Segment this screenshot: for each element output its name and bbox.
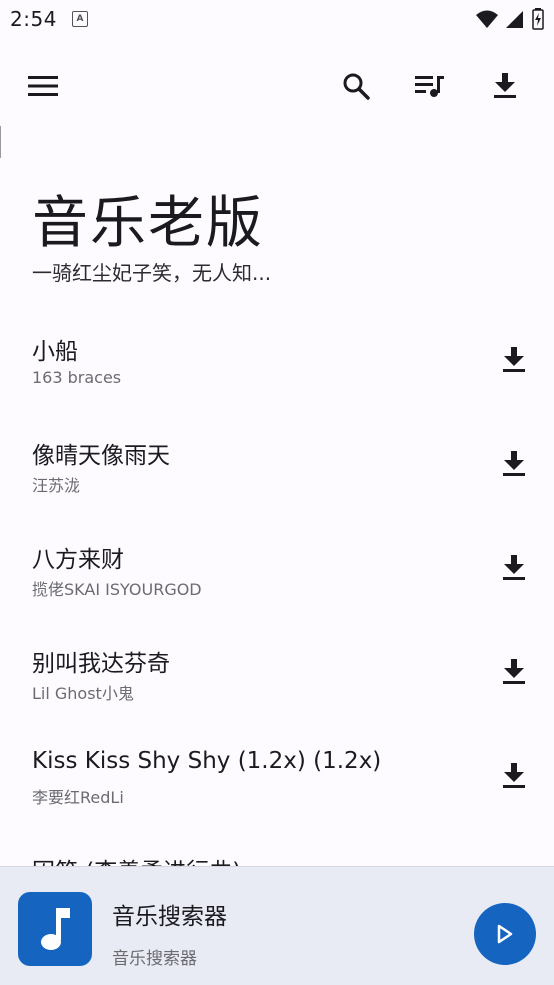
play-icon bbox=[497, 924, 513, 944]
menu-icon bbox=[28, 76, 58, 96]
download-icon bbox=[503, 659, 525, 684]
song-row[interactable]: 别叫我达芬奇 Lil Ghost小鬼 bbox=[0, 624, 554, 728]
song-row[interactable]: 像晴天像雨天 汪苏泷 bbox=[0, 416, 554, 520]
song-row[interactable]: Kiss Kiss Shy Shy (1.2x) (1.2x) 李要红RedLi bbox=[0, 728, 554, 832]
notification-icon: A bbox=[72, 11, 88, 27]
search-icon bbox=[343, 73, 370, 100]
now-playing-title: 音乐搜索器 bbox=[112, 904, 227, 930]
page-title: 音乐老版 bbox=[32, 191, 264, 256]
battery-icon bbox=[532, 8, 544, 30]
song-title: 别叫我达芬奇 bbox=[32, 651, 170, 677]
download-icon bbox=[503, 451, 525, 476]
song-row[interactable]: 囚笼 (李善柔进行曲) bbox=[0, 832, 554, 868]
song-row[interactable]: 小船 163 braces bbox=[0, 312, 554, 416]
status-bar: 2:54 A bbox=[0, 0, 554, 40]
song-title: 像晴天像雨天 bbox=[32, 443, 170, 469]
song-artist: 163 braces bbox=[32, 368, 122, 387]
song-title: 小船 bbox=[32, 339, 78, 365]
music-note-icon bbox=[41, 908, 70, 950]
page-subtitle: 一骑红尘妃子笑，无人知... bbox=[32, 261, 272, 285]
song-artist: Lil Ghost小鬼 bbox=[32, 684, 134, 703]
now-playing-subtitle: 音乐搜索器 bbox=[112, 949, 197, 969]
play-button[interactable] bbox=[474, 903, 536, 965]
menu-button[interactable] bbox=[23, 66, 63, 106]
wifi-icon bbox=[476, 10, 498, 28]
song-download-button[interactable] bbox=[496, 342, 532, 378]
song-list: 小船 163 braces 像晴天像雨天 汪苏泷 八方来财 揽佬SKAI ISY… bbox=[0, 312, 554, 868]
edge-marker bbox=[0, 126, 5, 158]
mini-player[interactable]: 音乐搜索器 音乐搜索器 bbox=[0, 866, 554, 985]
song-title: 八方来财 bbox=[32, 547, 124, 573]
signal-icon bbox=[506, 11, 523, 28]
album-art bbox=[18, 892, 92, 966]
top-app-bar bbox=[0, 56, 554, 116]
download-all-button[interactable] bbox=[485, 66, 525, 106]
download-icon bbox=[503, 763, 525, 788]
queue-music-icon bbox=[415, 76, 444, 97]
status-time: 2:54 bbox=[10, 7, 57, 31]
status-icons bbox=[476, 8, 544, 30]
download-icon bbox=[503, 347, 525, 372]
song-download-button[interactable] bbox=[496, 758, 532, 794]
download-icon bbox=[494, 73, 516, 98]
song-title: Kiss Kiss Shy Shy (1.2x) (1.2x) bbox=[32, 748, 382, 774]
queue-button[interactable] bbox=[410, 66, 450, 106]
download-icon bbox=[503, 555, 525, 580]
song-download-button[interactable] bbox=[496, 654, 532, 690]
song-artist: 李要红RedLi bbox=[32, 788, 124, 807]
song-row[interactable]: 八方来财 揽佬SKAI ISYOURGOD bbox=[0, 520, 554, 624]
song-download-button[interactable] bbox=[496, 446, 532, 482]
song-artist: 揽佬SKAI ISYOURGOD bbox=[32, 580, 202, 599]
search-button[interactable] bbox=[336, 66, 376, 106]
song-download-button[interactable] bbox=[496, 550, 532, 586]
song-artist: 汪苏泷 bbox=[32, 476, 81, 495]
